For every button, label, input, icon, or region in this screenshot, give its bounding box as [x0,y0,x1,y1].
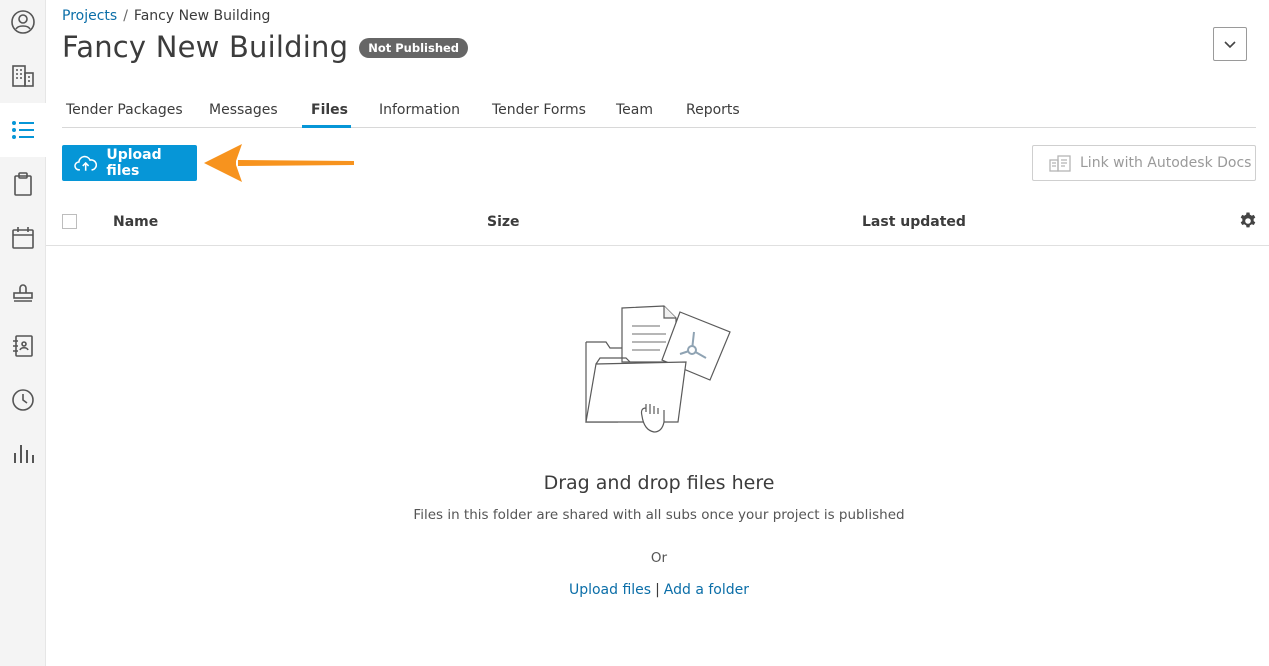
breadcrumb-current: Fancy New Building [133,8,271,24]
tab-information[interactable]: Information [379,102,460,118]
tab-files[interactable]: Files [311,102,348,118]
sidebar-item-calendar[interactable] [0,211,46,265]
tab-tender-forms[interactable]: Tender Forms [492,102,586,118]
upload-files-label: Upload files [106,147,162,179]
address-book-icon [13,335,33,357]
link-autodesk-docs-label: Link with Autodesk Docs [1080,155,1252,171]
column-header-name[interactable]: Name [113,214,158,230]
bar-chart-icon [14,445,34,463]
chevron-down-icon [1224,41,1236,49]
sidebar-item-list[interactable] [0,103,46,157]
sidebar-item-stamp[interactable] [0,265,46,319]
empty-state-or: Or [650,550,668,566]
profile-icon [11,10,35,34]
select-all-checkbox[interactable] [62,214,77,229]
page-title: Fancy New Building [62,30,349,64]
tab-tender-packages[interactable]: Tender Packages [66,102,183,118]
annotation-arrow-icon [204,144,354,182]
tab-bar: Tender Packages Messages Files Informati… [62,96,1256,128]
active-tab-indicator [302,125,351,128]
project-menu-button[interactable] [1213,27,1247,61]
autodesk-docs-icon [1049,155,1071,172]
column-header-last-updated[interactable]: Last updated [862,214,966,230]
sidebar-item-history[interactable] [0,373,46,427]
sidebar [0,0,46,666]
title-row: Fancy New Building Not Published [62,30,469,64]
files-table-header: Name Size Last updated [46,200,1269,246]
sidebar-item-clipboard[interactable] [0,157,46,211]
calendar-icon [12,227,34,249]
empty-state-links: Upload files | Add a folder [0,582,1269,598]
tab-messages[interactable]: Messages [209,102,278,118]
upload-files-link[interactable]: Upload files [569,582,651,598]
building-icon [12,65,34,87]
upload-files-button[interactable]: Upload files [62,145,197,181]
link-autodesk-docs-button[interactable]: Link with Autodesk Docs [1032,145,1256,181]
stamp-icon [13,284,33,302]
tab-team[interactable]: Team [616,102,653,118]
tab-reports[interactable]: Reports [686,102,740,118]
cloud-upload-icon [74,155,98,171]
breadcrumb-separator: / [123,8,128,24]
list-icon [12,121,34,139]
clock-icon [12,389,34,411]
gear-icon[interactable] [1238,211,1258,231]
clipboard-icon [14,172,32,196]
sidebar-item-buildings[interactable] [0,49,46,103]
add-folder-link[interactable]: Add a folder [664,582,749,598]
status-badge: Not Published [359,38,469,58]
column-header-size[interactable]: Size [487,214,520,230]
empty-folder-illustration-icon [585,305,731,433]
empty-state-subtitle: Files in this folder are shared with all… [413,507,905,523]
breadcrumb-projects-link[interactable]: Projects [62,8,117,24]
sidebar-item-address-book[interactable] [0,319,46,373]
empty-state-title: Drag and drop files here [543,472,775,494]
sidebar-item-profile[interactable] [0,0,46,49]
breadcrumb: Projects / Fancy New Building [62,8,270,24]
link-separator: | [655,582,660,598]
